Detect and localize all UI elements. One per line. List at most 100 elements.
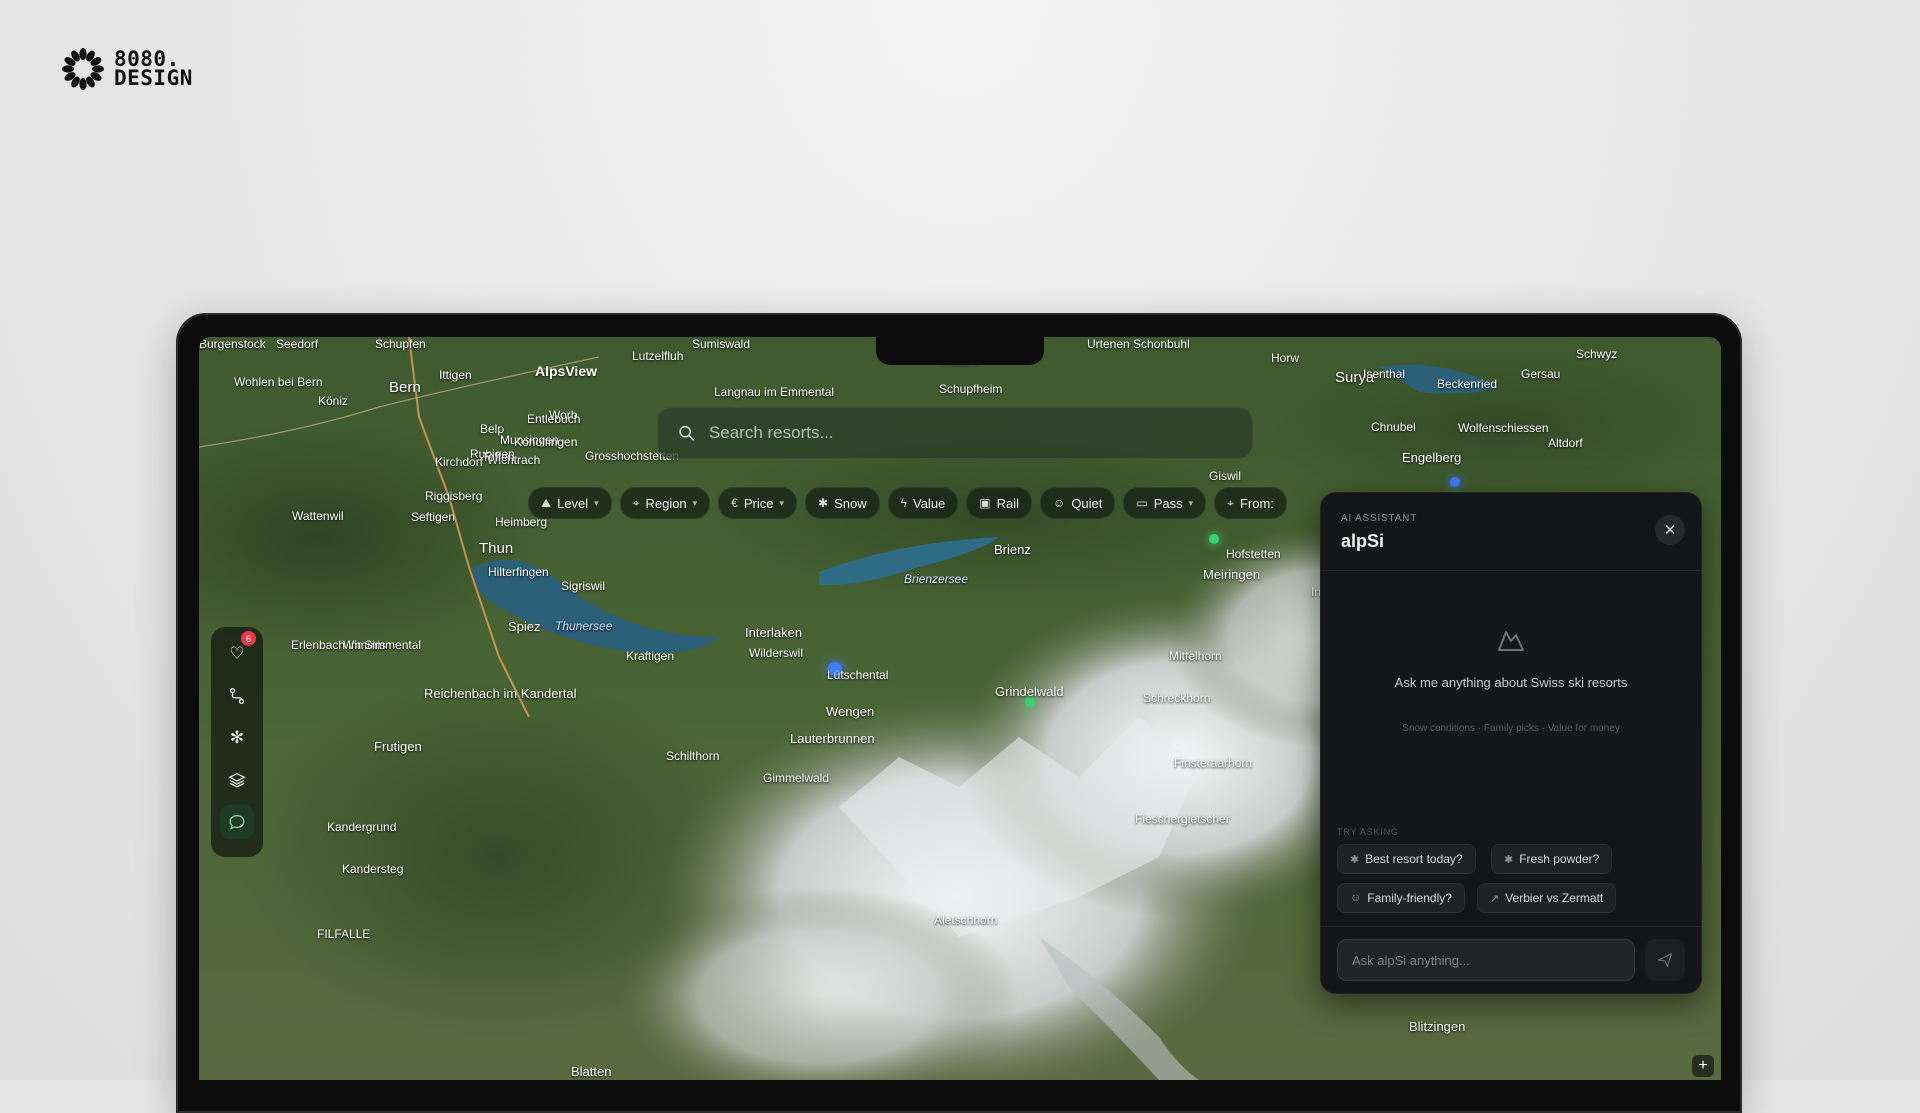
favorites-count-badge: 6 bbox=[241, 631, 256, 646]
suggestion-label: Verbier vs Zermatt bbox=[1505, 891, 1604, 905]
chevron-down-icon: ▾ bbox=[594, 497, 599, 508]
filter-label: Level bbox=[557, 495, 589, 511]
chevron-down-icon: ▾ bbox=[779, 497, 785, 508]
filter-from[interactable]: ⌖ From: bbox=[1214, 487, 1287, 519]
map-place-label: Schilthorn bbox=[666, 749, 720, 763]
map-place-label: Erlenbach im Simmental bbox=[291, 638, 422, 652]
filter-label: Snow bbox=[834, 495, 867, 511]
map-place-label: Schwyz bbox=[1576, 347, 1618, 361]
favorites-button[interactable]: ♡ 6 bbox=[220, 631, 256, 671]
map-place-label: Kirchdorf bbox=[435, 455, 484, 469]
filter-rail[interactable]: ▣ Rail bbox=[966, 487, 1033, 519]
filter-price[interactable]: € Price ▾ bbox=[718, 487, 798, 519]
train-icon: ▣ bbox=[979, 496, 991, 510]
map-place-label: Toffen bbox=[482, 450, 515, 464]
send-button[interactable] bbox=[1645, 939, 1685, 981]
filter-label: Pass bbox=[1153, 495, 1183, 511]
map-place-label: Chnubel bbox=[1371, 420, 1416, 434]
map-place-label: Beckenried bbox=[1437, 377, 1498, 391]
users-icon: ☺ bbox=[1053, 496, 1066, 510]
assistant-hints: Snow conditions · Family picks · Value f… bbox=[1402, 723, 1620, 734]
map-place-label: Altdorf bbox=[1548, 436, 1583, 450]
trend-icon: ↗ bbox=[1490, 892, 1500, 905]
layers-button[interactable] bbox=[220, 763, 254, 797]
brand-logo: 8080. DESIGN bbox=[60, 46, 193, 92]
filter-label: Quiet bbox=[1071, 495, 1103, 511]
mountain-icon bbox=[1498, 631, 1524, 651]
filter-level[interactable]: ⛰ Level ▾ bbox=[528, 487, 612, 519]
search-input[interactable] bbox=[706, 422, 1232, 444]
snow-layer-button[interactable]: ✻ bbox=[220, 721, 254, 755]
heart-icon: ♡ bbox=[229, 644, 245, 663]
map-place-label: Aletschhorn bbox=[934, 913, 998, 927]
assistant-title: alpSi bbox=[1341, 531, 1385, 551]
map-place-label: Belp bbox=[480, 422, 505, 436]
assistant-message-input[interactable] bbox=[1337, 939, 1635, 981]
map-place-label: Giswil bbox=[1209, 469, 1241, 483]
map-place-label: Meiringen bbox=[1203, 567, 1261, 582]
snowflake-icon: ✻ bbox=[229, 728, 245, 747]
map-place-label: Reichenbach im Kandertal bbox=[424, 686, 577, 701]
map-place-label: Lütschental bbox=[827, 668, 889, 682]
map-place-label: Lauterbrunnen bbox=[790, 731, 875, 746]
filter-region[interactable]: ⌖ Region ▾ bbox=[619, 487, 711, 519]
suggestion-chip[interactable]: ☺ Family-friendly? bbox=[1337, 883, 1465, 913]
map-place-label: Konolfingen bbox=[514, 435, 578, 449]
camera-notch bbox=[876, 337, 1044, 365]
filter-bar: ⛰ Level ▾ ⌖ Region ▾ € Price ▾ ✱ Snow ϟ Value ▣ R… bbox=[528, 487, 1287, 519]
search-bar[interactable] bbox=[657, 407, 1253, 459]
filter-pass[interactable]: ▭ Pass ▾ bbox=[1123, 487, 1207, 519]
filter-label: From: bbox=[1239, 495, 1274, 511]
map-place-label: FILFALLE bbox=[317, 927, 371, 941]
brand-wordmark: 8080. DESIGN bbox=[114, 49, 193, 90]
resort-marker[interactable] bbox=[1450, 477, 1460, 487]
map-place-label: Seedorf bbox=[276, 337, 319, 351]
sunburst-logo-icon bbox=[62, 48, 104, 90]
zoom-in-button[interactable]: + bbox=[1692, 1055, 1714, 1077]
map-place-label: Kraftigen bbox=[626, 649, 675, 663]
suggestion-label: Best resort today? bbox=[1365, 852, 1463, 866]
plus-icon: + bbox=[1698, 1057, 1708, 1074]
chat-button[interactable] bbox=[220, 805, 254, 839]
euro-icon: € bbox=[731, 496, 738, 510]
filter-value[interactable]: ϟ Value bbox=[887, 487, 959, 519]
filter-quiet[interactable]: ☺ Quiet bbox=[1040, 487, 1116, 519]
map-place-label: Hilterfingen bbox=[488, 565, 549, 579]
chevron-down-icon: ▾ bbox=[692, 497, 698, 508]
app-screen: Bern Thun Interlaken Brienz Grindelwald Wenge… bbox=[199, 337, 1721, 1080]
map-place-label: Grindelwald bbox=[995, 684, 1064, 699]
map-place-label: Kandersteg bbox=[342, 862, 404, 876]
chat-icon bbox=[229, 815, 245, 830]
snowflake-icon: ✱ bbox=[1350, 853, 1360, 866]
resort-marker[interactable] bbox=[1209, 534, 1219, 544]
map-place-label: Wilderswil bbox=[749, 646, 803, 660]
suggestion-chip[interactable]: ↗ Verbier vs Zermatt bbox=[1477, 883, 1617, 913]
divider bbox=[1321, 570, 1701, 571]
send-icon bbox=[1658, 953, 1672, 967]
map-place-label: Brienz bbox=[994, 542, 1031, 557]
map-pin-icon: ⌖ bbox=[1227, 495, 1234, 510]
filter-label: Rail bbox=[996, 495, 1020, 511]
routes-button[interactable] bbox=[220, 679, 254, 713]
filter-snow[interactable]: ✱ Snow bbox=[805, 487, 880, 519]
brand-line-2: DESIGN bbox=[114, 66, 193, 90]
map-place-label: Horw bbox=[1271, 351, 1300, 365]
map-pin-icon: ⌖ bbox=[632, 495, 640, 510]
map-place-label: Sigriswil bbox=[561, 579, 606, 593]
map-place-label: Gimmelwald bbox=[763, 771, 830, 785]
map-place-label: Schupfen bbox=[375, 337, 426, 351]
map-place-label: Engelberg bbox=[1402, 450, 1462, 465]
map-place-label: Hofstetten bbox=[1226, 547, 1281, 561]
chevron-down-icon: ▾ bbox=[1188, 497, 1194, 508]
suggestion-chip[interactable]: ✱ Best resort today? bbox=[1337, 844, 1476, 874]
map-place-label: Schreckhorn bbox=[1143, 691, 1211, 705]
map-place-label: Riggisberg bbox=[425, 489, 483, 503]
bolt-icon: ϟ bbox=[900, 496, 907, 510]
map-place-label: Wolfenschiessen bbox=[1458, 421, 1549, 435]
layers-icon bbox=[228, 772, 246, 788]
map-place-label: Langnau im Emmental bbox=[714, 385, 835, 399]
card-icon: ▭ bbox=[1136, 496, 1148, 510]
suggestion-chip[interactable]: ✱ Fresh powder? bbox=[1491, 844, 1613, 874]
close-button[interactable]: ✕ bbox=[1655, 515, 1685, 545]
map-place-label: Sumiswald bbox=[692, 337, 751, 351]
